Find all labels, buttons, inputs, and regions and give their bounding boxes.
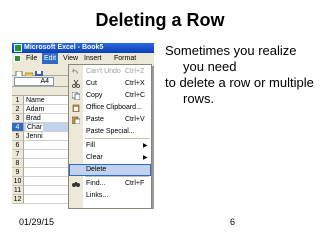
clipboard-icon [72, 104, 80, 113]
cell-text: Char [26, 124, 44, 131]
name-box[interactable]: A4 [14, 77, 54, 86]
row-header[interactable]: 9 [12, 168, 24, 177]
cell-text: Jenni [26, 133, 43, 140]
paste-icon [71, 116, 81, 125]
menu-item-delete[interactable]: Delete [69, 164, 151, 176]
menu-view[interactable]: View [61, 53, 80, 64]
menu-item-label: Paste Special... [86, 128, 135, 135]
menu-item-label: Can't Undo [86, 68, 121, 75]
menu-item-paste[interactable]: Paste Ctrl+V [69, 114, 151, 126]
cell-text: Adam [26, 106, 45, 113]
row-header[interactable]: 11 [12, 186, 24, 195]
excel-screenshot: Microsoft Excel - Book5 File Edit View I… [12, 43, 154, 209]
menu-item-office-clipboard[interactable]: Office Clipboard... [69, 102, 151, 114]
row-header[interactable]: 5 [12, 132, 24, 141]
cell-text: Brad [26, 115, 41, 122]
submenu-arrow-icon: ▶ [143, 155, 148, 161]
body-line-2: to delete a row or multiple rows. [165, 75, 314, 106]
menu-item-clear[interactable]: Clear ▶ [69, 152, 151, 164]
excel-menubar: File Edit View Insert Format [12, 53, 154, 64]
menu-edit[interactable]: Edit [42, 53, 59, 64]
menu-item-label: Clear [86, 154, 103, 161]
menu-item-links[interactable]: Links... [69, 190, 151, 202]
excel-app-icon [14, 44, 22, 52]
menu-separator [85, 176, 149, 177]
menu-item-copy[interactable]: Copy Ctrl+C [69, 90, 151, 102]
undo-icon [72, 68, 80, 76]
menu-item-label: Copy [86, 92, 103, 99]
row-header[interactable]: 6 [12, 141, 24, 150]
cell-text: Name [26, 97, 45, 104]
save-icon[interactable] [35, 66, 43, 79]
menu-item-find[interactable]: Find... Ctrl+F [69, 178, 151, 190]
row-header[interactable]: 10 [12, 177, 24, 186]
menu-item-label: Paste [86, 116, 104, 123]
slide-body: Sometimes you realize you need to delete… [165, 43, 315, 107]
page-number: 6 [230, 217, 236, 227]
menu-item-label: Delete [86, 166, 107, 173]
edit-menu-dropdown: Can't Undo Ctrl+Z Cut Ctrl+X Copy Ctrl+C Offic… [68, 64, 152, 209]
new-icon[interactable] [15, 66, 23, 80]
menu-item-shortcut: Ctrl+Z [125, 68, 145, 75]
menu-separator [85, 138, 149, 139]
menu-item-label: Fill [86, 142, 95, 149]
footer-date: 01/29/15 [19, 217, 55, 227]
menu-item-cut[interactable]: Cut Ctrl+X [69, 78, 151, 90]
menu-item-label: Find... [86, 180, 106, 187]
excel-titlebar: Microsoft Excel - Book5 [12, 43, 154, 53]
body-line-1: Sometimes you realize you need [165, 43, 297, 74]
copy-icon [71, 91, 81, 101]
row-header[interactable]: 4 [12, 123, 24, 132]
row-header[interactable]: 3 [12, 114, 24, 123]
scissors-icon [72, 79, 80, 88]
workbook-icon[interactable] [14, 55, 21, 62]
row-header[interactable]: 8 [12, 159, 24, 168]
menu-item-label: Cut [86, 80, 97, 87]
submenu-arrow-icon: ▶ [143, 143, 148, 149]
row-header[interactable]: 2 [12, 105, 24, 114]
menu-file[interactable]: File [24, 53, 39, 64]
menu-item-shortcut: Ctrl+X [125, 80, 145, 87]
menu-item-label: Office Clipboard... [86, 104, 142, 111]
excel-window-title: Microsoft Excel - Book5 [24, 44, 104, 51]
row-header[interactable]: 7 [12, 150, 24, 159]
menu-item-shortcut: Ctrl+C [125, 92, 146, 99]
row-header[interactable]: 12 [12, 195, 24, 204]
menu-item-label: Links... [86, 192, 109, 199]
menu-insert[interactable]: Insert [82, 53, 104, 64]
menu-item-shortcut: Ctrl+F [125, 180, 145, 187]
menu-format[interactable]: Format [112, 53, 138, 64]
row-header[interactable]: 1 [12, 96, 24, 105]
binoculars-icon [72, 180, 80, 188]
menu-item-can-t-undo[interactable]: Can't Undo Ctrl+Z [69, 66, 151, 78]
slide-title: Deleting a Row [95, 10, 225, 30]
menu-item-shortcut: Ctrl+V [125, 116, 145, 123]
menu-item-fill[interactable]: Fill ▶ [69, 140, 151, 152]
menu-item-paste-special[interactable]: Paste Special... [69, 126, 151, 138]
open-icon[interactable] [24, 66, 34, 80]
